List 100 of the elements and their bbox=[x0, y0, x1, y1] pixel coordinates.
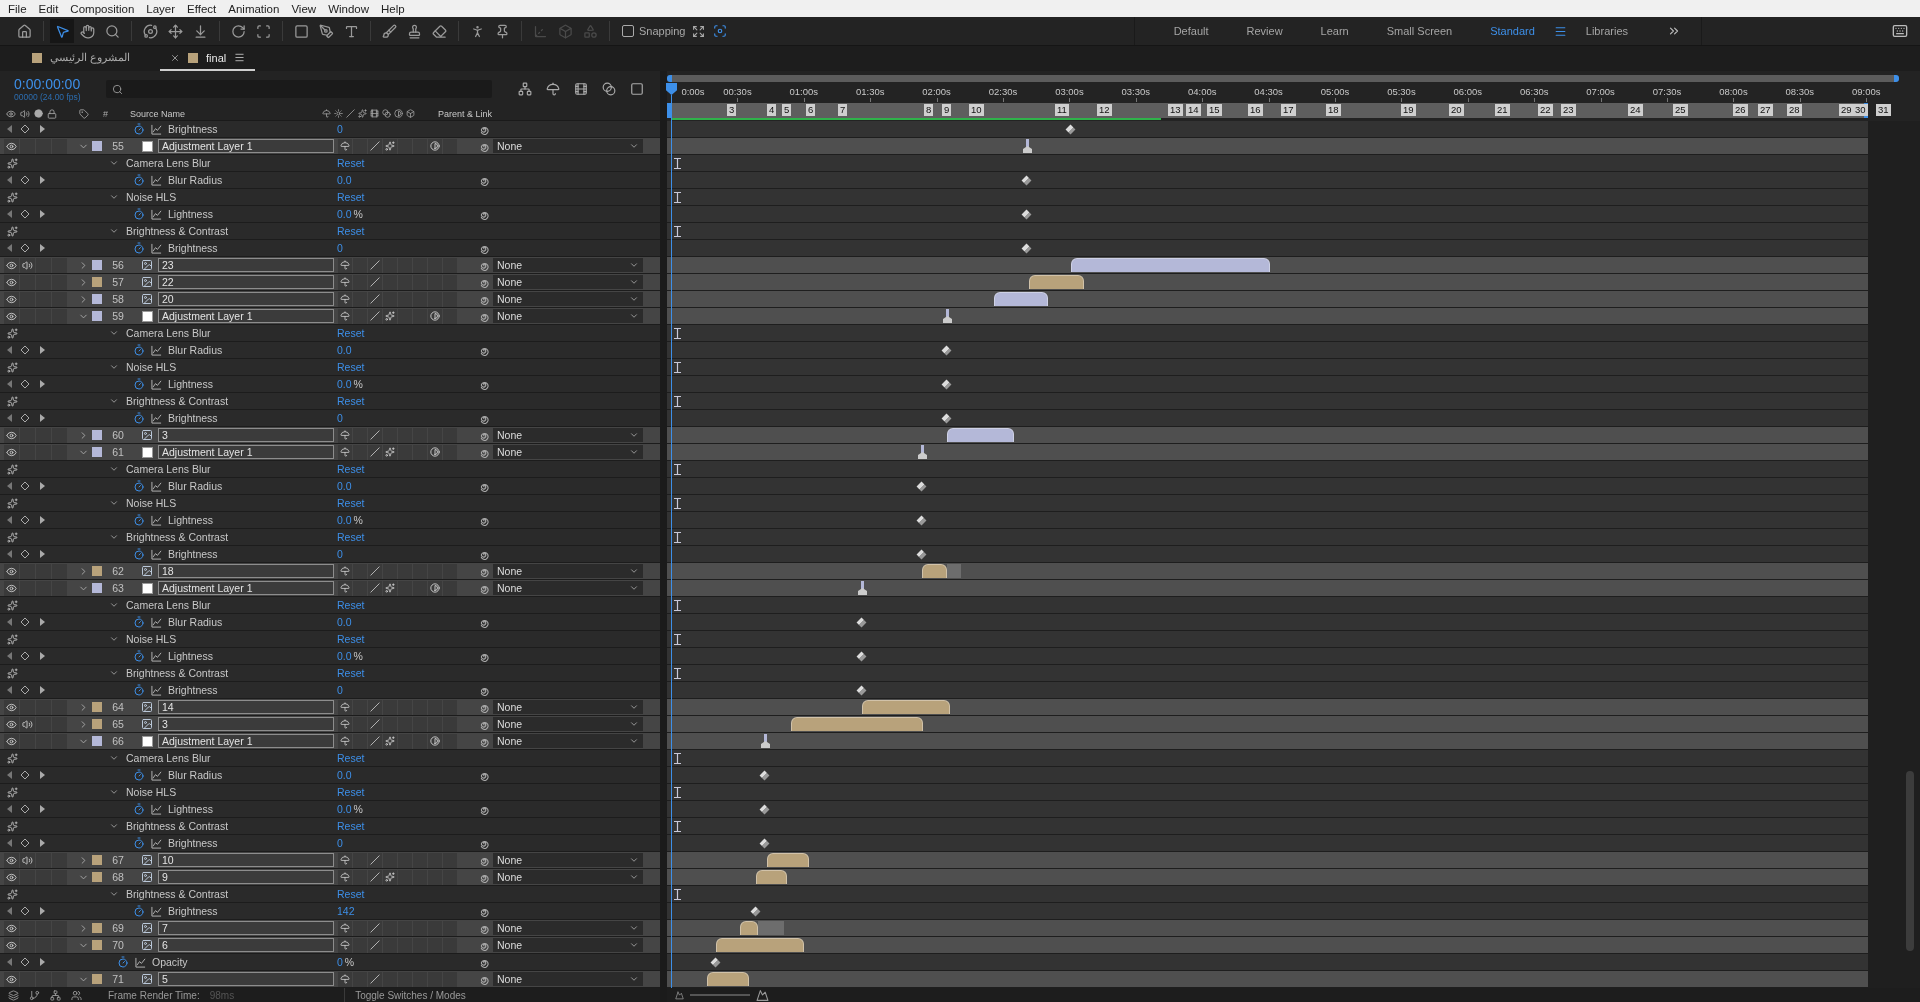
effect-switch[interactable] bbox=[383, 308, 397, 324]
keyframe[interactable] bbox=[1065, 124, 1076, 135]
stopwatch-icon[interactable] bbox=[133, 548, 145, 560]
layer-name[interactable]: 9 bbox=[158, 870, 334, 884]
marker[interactable]: 25 bbox=[1673, 104, 1688, 116]
lock-switch[interactable] bbox=[52, 699, 67, 715]
menu-item[interactable]: Animation bbox=[222, 2, 286, 15]
adjustment-switch[interactable] bbox=[428, 971, 442, 987]
stopwatch-icon[interactable] bbox=[133, 378, 145, 390]
marker[interactable]: 6 bbox=[806, 104, 816, 116]
chevron-down-icon[interactable] bbox=[109, 226, 119, 236]
chevron-down-icon[interactable] bbox=[109, 668, 119, 678]
solo-switch[interactable] bbox=[36, 444, 51, 460]
blend-icon[interactable] bbox=[602, 82, 616, 96]
solo-switch[interactable] bbox=[36, 580, 51, 596]
layer-name[interactable]: 14 bbox=[158, 700, 334, 714]
keyframe[interactable] bbox=[856, 617, 867, 628]
stopwatch-icon[interactable] bbox=[133, 480, 145, 492]
parent-dropdown[interactable]: None bbox=[493, 734, 643, 748]
effect-switch[interactable] bbox=[383, 291, 397, 307]
adjustment-switch[interactable] bbox=[428, 274, 442, 290]
label-swatch[interactable] bbox=[92, 940, 102, 950]
umbrella-icon[interactable] bbox=[546, 82, 560, 96]
effect-switch[interactable] bbox=[383, 444, 397, 460]
layer-row[interactable]: 58 20 None bbox=[0, 291, 660, 308]
solo-switch[interactable] bbox=[36, 716, 51, 732]
collapse-switch[interactable] bbox=[353, 580, 367, 596]
3d-switch[interactable] bbox=[443, 937, 457, 953]
stopwatch-icon[interactable] bbox=[133, 616, 145, 628]
motion-blur-switch[interactable] bbox=[413, 920, 427, 936]
frame-blend-switch[interactable] bbox=[398, 852, 412, 868]
quality-switch[interactable] bbox=[368, 444, 382, 460]
visibility-switch[interactable] bbox=[4, 580, 19, 596]
frame-blend-switch[interactable] bbox=[398, 869, 412, 885]
quality-switch[interactable] bbox=[368, 580, 382, 596]
layer-row[interactable]: 63 Adjustment Layer 1 None bbox=[0, 580, 660, 597]
workspace-tab[interactable]: Learn bbox=[1320, 25, 1349, 37]
visibility-switch[interactable] bbox=[4, 699, 19, 715]
collapse-switch[interactable] bbox=[353, 274, 367, 290]
layer-name[interactable]: Adjustment Layer 1 bbox=[158, 139, 334, 153]
visibility-switch[interactable] bbox=[4, 852, 19, 868]
reset-link[interactable]: Reset bbox=[337, 497, 365, 509]
property-value[interactable]: 0.0 bbox=[337, 769, 352, 781]
layer-name[interactable]: Adjustment Layer 1 bbox=[158, 309, 334, 323]
motion-blur-switch[interactable] bbox=[413, 138, 427, 154]
parent-dropdown[interactable]: None bbox=[493, 275, 643, 289]
graph-icon[interactable] bbox=[150, 242, 162, 254]
label-swatch[interactable] bbox=[92, 974, 102, 984]
keyframe[interactable] bbox=[916, 549, 927, 560]
square-icon[interactable] bbox=[630, 82, 644, 96]
adjustment-switch[interactable] bbox=[428, 291, 442, 307]
chevron-down-icon[interactable] bbox=[109, 753, 119, 763]
label-swatch[interactable] bbox=[92, 277, 102, 287]
marker[interactable]: 27 bbox=[1758, 104, 1773, 116]
parent-dropdown[interactable]: None bbox=[493, 972, 643, 986]
reset-link[interactable]: Reset bbox=[337, 820, 365, 832]
marker[interactable]: 10 bbox=[969, 104, 984, 116]
keyframe[interactable] bbox=[759, 838, 770, 849]
shy-switch[interactable] bbox=[338, 733, 352, 749]
keyframe[interactable] bbox=[750, 906, 761, 917]
layer-bar[interactable] bbox=[740, 921, 758, 935]
solo-switch[interactable] bbox=[36, 733, 51, 749]
audio-switch[interactable] bbox=[20, 257, 35, 273]
collapse-switch[interactable] bbox=[353, 257, 367, 273]
lock-switch[interactable] bbox=[52, 733, 67, 749]
keyframe[interactable] bbox=[916, 481, 927, 492]
lock-switch[interactable] bbox=[52, 937, 67, 953]
visibility-switch[interactable] bbox=[4, 138, 19, 154]
layer-name[interactable]: 18 bbox=[158, 564, 334, 578]
lock-switch[interactable] bbox=[52, 274, 67, 290]
chevron-down-icon[interactable] bbox=[109, 464, 119, 474]
expand-icon[interactable] bbox=[691, 24, 705, 38]
collapse-switch[interactable] bbox=[353, 699, 367, 715]
marker[interactable]: 12 bbox=[1097, 104, 1112, 116]
chevron-down-icon[interactable] bbox=[109, 889, 119, 899]
motion-blur-switch[interactable] bbox=[413, 308, 427, 324]
adjustment-switch[interactable] bbox=[428, 869, 442, 885]
3d-switch[interactable] bbox=[443, 869, 457, 885]
visibility-switch[interactable] bbox=[4, 308, 19, 324]
reset-link[interactable]: Reset bbox=[337, 327, 365, 339]
marker[interactable]: 4 bbox=[767, 104, 777, 116]
effect-switch[interactable] bbox=[383, 733, 397, 749]
pointer-tool[interactable] bbox=[50, 19, 74, 43]
toggle-switches-button[interactable]: Toggle Switches / Modes bbox=[355, 989, 466, 1001]
layer-row[interactable]: 56 23 None bbox=[0, 257, 660, 274]
source-name-heading[interactable]: Source Name bbox=[130, 108, 320, 119]
graph-icon[interactable] bbox=[150, 616, 162, 628]
marker[interactable]: 28 bbox=[1787, 104, 1802, 116]
property-value[interactable]: 0.0 bbox=[337, 650, 352, 662]
layer-row[interactable]: 62 18 None bbox=[0, 563, 660, 580]
keyframe[interactable] bbox=[710, 957, 721, 968]
menu-item[interactable]: Window bbox=[322, 2, 376, 15]
adjustment-switch[interactable] bbox=[428, 138, 442, 154]
motion-blur-switch[interactable] bbox=[413, 852, 427, 868]
marker[interactable]: 19 bbox=[1401, 104, 1416, 116]
chevron-down-icon[interactable] bbox=[109, 158, 119, 168]
marker[interactable]: 18 bbox=[1326, 104, 1341, 116]
chevrons-right-icon[interactable] bbox=[1667, 24, 1681, 38]
audio-switch[interactable] bbox=[20, 716, 35, 732]
layer-row[interactable]: 64 14 None bbox=[0, 699, 660, 716]
